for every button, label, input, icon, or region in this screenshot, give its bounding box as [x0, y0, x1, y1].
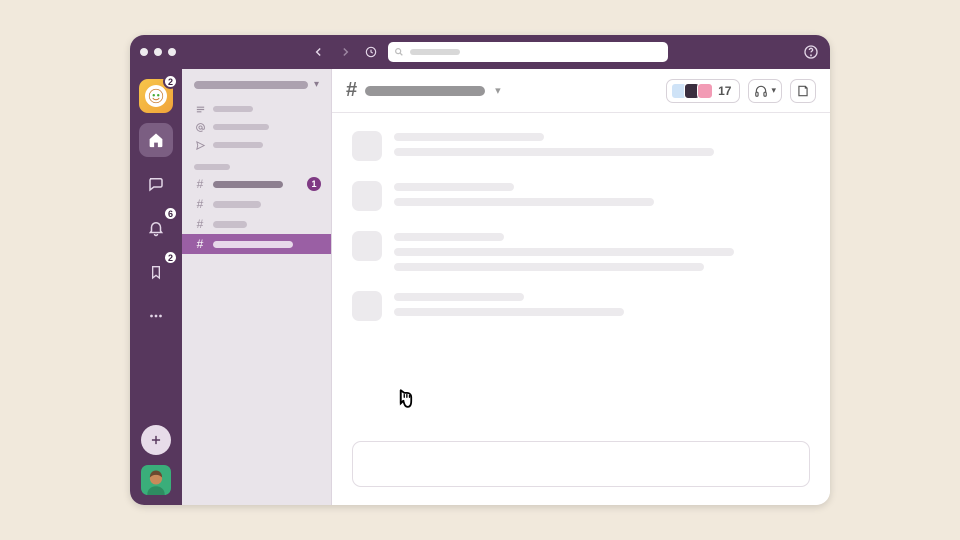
activity-button[interactable]: 6: [139, 211, 173, 245]
window-minimize[interactable]: [154, 48, 162, 56]
message-avatar: [352, 131, 382, 161]
history-button[interactable]: [362, 43, 380, 61]
later-button[interactable]: 2: [139, 255, 173, 289]
dms-button[interactable]: [139, 167, 173, 201]
channel-item[interactable]: #: [182, 194, 331, 214]
more-button[interactable]: [139, 299, 173, 333]
message-text-line: [394, 133, 544, 141]
channel-item[interactable]: #: [182, 234, 331, 254]
chevron-down-icon: ▾: [495, 84, 501, 97]
hash-icon: #: [346, 79, 357, 102]
workspace-name: [194, 81, 308, 89]
member-count: 17: [718, 84, 731, 98]
sidebar-nav-label: [213, 142, 263, 148]
bookmark-icon: [148, 263, 164, 281]
help-button[interactable]: [802, 43, 820, 61]
workspace-switcher[interactable]: 2: [139, 79, 173, 113]
threads-icon: [194, 104, 206, 115]
channel-header: # ▾ 17 ▾: [332, 69, 830, 113]
mention-badge: 1: [307, 177, 321, 191]
message-avatar: [352, 291, 382, 321]
canvas-icon: [796, 84, 810, 98]
window-zoom[interactable]: [168, 48, 176, 56]
channel-label: [213, 241, 293, 248]
channel-label: [213, 181, 283, 188]
mentions-icon: [194, 122, 206, 133]
message-text-line: [394, 308, 624, 316]
message-text-line: [394, 263, 704, 271]
home-icon: [147, 131, 165, 149]
sidebar-nav-mentions[interactable]: [182, 118, 331, 136]
channels-section-label: [194, 164, 230, 170]
message-composer[interactable]: [352, 441, 810, 487]
user-avatar[interactable]: [141, 465, 171, 495]
message[interactable]: [352, 131, 810, 161]
workspace-menu[interactable]: ▾: [182, 79, 331, 100]
message-text-line: [394, 198, 654, 206]
sidebar-nav-label: [213, 106, 253, 112]
channel-item[interactable]: #: [182, 214, 331, 234]
plus-icon: [149, 433, 163, 447]
huddle-button[interactable]: ▾: [748, 79, 782, 103]
workspace-badge: 2: [163, 74, 178, 89]
activity-badge: 6: [163, 206, 178, 221]
sidebar-nav-label: [213, 124, 269, 130]
more-icon: [147, 307, 165, 325]
channel-label: [213, 201, 261, 208]
sidebar-nav-threads[interactable]: [182, 100, 331, 118]
hash-icon: #: [194, 217, 206, 231]
hash-icon: #: [194, 177, 206, 191]
drafts-icon: [194, 140, 206, 151]
search-icon: [394, 47, 404, 57]
channel-title[interactable]: [365, 86, 485, 96]
window-controls: [140, 48, 176, 56]
channel-sidebar: ▾ #1###: [182, 69, 332, 505]
main-pane: # ▾ 17 ▾: [332, 69, 830, 505]
later-badge: 2: [163, 250, 178, 265]
message-avatar: [352, 231, 382, 261]
hash-icon: #: [194, 237, 206, 251]
search-placeholder: [410, 49, 460, 55]
workspace-icon: [145, 85, 167, 107]
message-list[interactable]: [332, 113, 830, 441]
channel-item[interactable]: #1: [182, 174, 331, 194]
app-window: 2 6 2: [130, 35, 830, 505]
titlebar: [130, 35, 830, 69]
message-avatar: [352, 181, 382, 211]
canvas-button[interactable]: [790, 79, 816, 103]
message[interactable]: [352, 291, 810, 321]
search-input[interactable]: [388, 42, 668, 62]
nav-forward-button[interactable]: [336, 43, 354, 61]
message[interactable]: [352, 231, 810, 271]
dms-icon: [147, 175, 165, 193]
nav-back-button[interactable]: [310, 43, 328, 61]
member-avatar: [697, 83, 713, 99]
headphones-icon: [754, 84, 768, 98]
channel-label: [213, 221, 247, 228]
compose-button[interactable]: [141, 425, 171, 455]
avatar-icon: [142, 467, 170, 495]
sidebar-nav-drafts[interactable]: [182, 136, 331, 154]
window-close[interactable]: [140, 48, 148, 56]
message-text-line: [394, 233, 504, 241]
members-button[interactable]: 17: [666, 79, 740, 103]
rail: 2 6 2: [130, 69, 182, 505]
home-button[interactable]: [139, 123, 173, 157]
hash-icon: #: [194, 197, 206, 211]
chevron-down-icon: ▾: [771, 85, 776, 96]
message-text-line: [394, 183, 514, 191]
message-text-line: [394, 148, 714, 156]
message-text-line: [394, 293, 524, 301]
bell-icon: [147, 219, 165, 237]
chevron-down-icon: ▾: [314, 79, 319, 90]
message-text-line: [394, 248, 734, 256]
message[interactable]: [352, 181, 810, 211]
